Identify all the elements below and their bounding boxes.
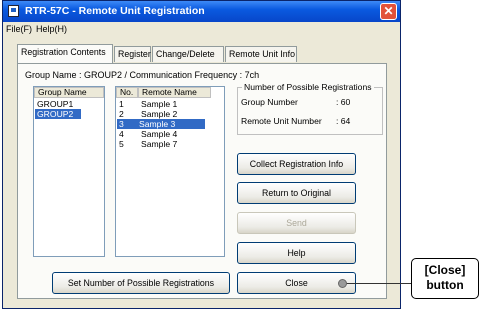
remote-row-name: Sample 3 <box>139 119 176 129</box>
remote-row-no: 3 <box>119 119 124 129</box>
registration-window: RTR-57C - Remote Unit Registration ✕ Fil… <box>2 0 401 309</box>
remote-unit-list[interactable]: No. Remote Name 1 Sample 1 2 Sample 2 3 … <box>115 86 225 257</box>
group-number-value: : 60 <box>336 97 351 107</box>
title-bar[interactable]: RTR-57C - Remote Unit Registration ✕ <box>3 1 400 22</box>
remote-row-name[interactable]: Sample 2 <box>139 109 177 119</box>
send-button[interactable]: Send <box>237 212 356 234</box>
help-button[interactable]: Help <box>237 242 356 264</box>
callout-pointer-line <box>346 283 411 284</box>
callout-line2: button <box>426 278 464 292</box>
collect-registration-info-button[interactable]: Collect Registration Info <box>237 153 356 175</box>
group-info-text: Group Name : GROUP2 / Communication Freq… <box>25 70 260 80</box>
group-item-group2[interactable]: GROUP2 <box>35 109 81 119</box>
callout-line1: [Close] <box>424 263 466 277</box>
tab-registration-contents[interactable]: Registration Contents <box>17 44 113 63</box>
menu-help[interactable]: Help(H) <box>36 24 67 34</box>
remote-row-no[interactable]: 1 <box>117 99 137 109</box>
app-icon <box>8 5 19 17</box>
remote-list-header-name[interactable]: Remote Name <box>138 87 211 98</box>
group-list-header[interactable]: Group Name <box>34 87 104 98</box>
menu-bar: File(F) Help(H) <box>3 22 400 36</box>
remote-row-selected[interactable]: 3 Sample 3 <box>117 119 205 129</box>
window-title: RTR-57C - Remote Unit Registration <box>25 5 205 17</box>
window-close-button[interactable]: ✕ <box>380 3 397 20</box>
remote-list-header-no[interactable]: No. <box>116 87 138 98</box>
return-to-original-button[interactable]: Return to Original <box>237 182 356 204</box>
remote-row-name[interactable]: Sample 1 <box>139 99 177 109</box>
remote-row-no[interactable]: 5 <box>117 139 137 149</box>
remote-unit-number-value: : 64 <box>336 116 351 126</box>
close-button-callout: [Close] button <box>411 258 479 299</box>
remote-row-name[interactable]: Sample 4 <box>139 129 177 139</box>
remote-row-no[interactable]: 4 <box>117 129 137 139</box>
group-list[interactable]: Group Name GROUP1 GROUP2 <box>33 86 105 257</box>
tab-register[interactable]: Register <box>114 46 151 62</box>
tab-change-delete[interactable]: Change/Delete <box>152 46 224 62</box>
group-number-label: Group Number <box>241 97 298 107</box>
remote-unit-number-label: Remote Unit Number <box>241 116 322 126</box>
remote-row-name[interactable]: Sample 7 <box>139 139 177 149</box>
possible-registrations-legend: Number of Possible Registrations <box>242 82 374 92</box>
registration-contents-panel: Group Name : GROUP2 / Communication Freq… <box>17 63 387 299</box>
set-number-of-possible-registrations-button[interactable]: Set Number of Possible Registrations <box>52 272 230 294</box>
callout-pointer-dot <box>338 279 347 288</box>
tab-remote-unit-info[interactable]: Remote Unit Info <box>225 46 297 62</box>
remote-row-no[interactable]: 2 <box>117 109 137 119</box>
menu-file[interactable]: File(F) <box>6 24 32 34</box>
possible-registrations-group: Number of Possible Registrations Group N… <box>237 82 383 135</box>
group-item-group1[interactable]: GROUP1 <box>35 99 103 109</box>
